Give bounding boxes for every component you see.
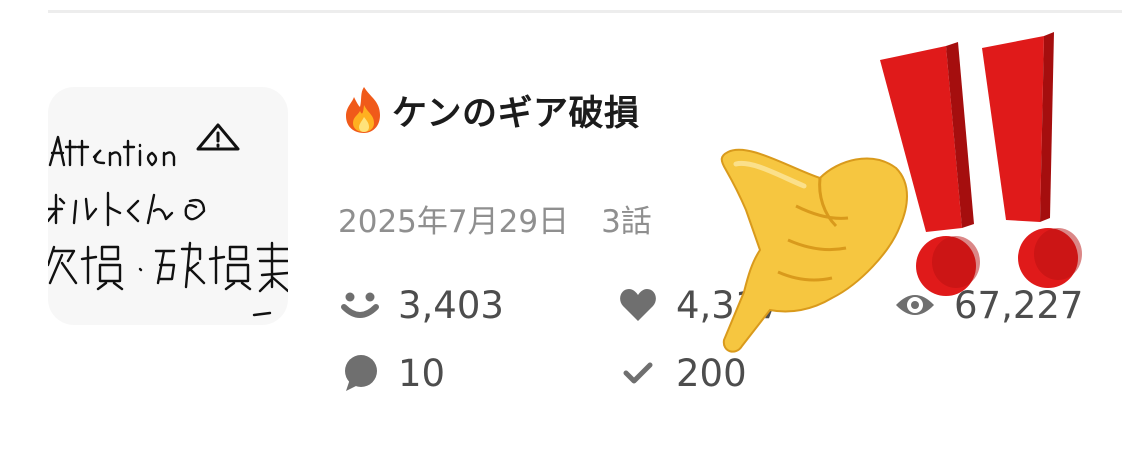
fire-emoji-icon (346, 87, 380, 133)
story-meta: 2025年7月29日 3話 (338, 196, 652, 241)
checkmark-icon (623, 362, 653, 384)
episode-count: 3話 (601, 204, 652, 240)
speech-bubble-icon (345, 355, 377, 391)
smile-face-icon (341, 292, 379, 318)
bookmarks-stat: 200 (618, 348, 747, 398)
publish-date: 2025年7月29日 (338, 204, 570, 240)
bookmarks-count: 200 (676, 351, 747, 395)
comments-stat: 10 (340, 348, 445, 398)
views-stat: 67,227 (894, 280, 1083, 330)
heart-icon (620, 289, 656, 321)
likes-stat: 4,317 (618, 280, 782, 330)
comments-count: 10 (398, 351, 446, 395)
readers-stat: 3,403 (340, 280, 504, 330)
story-title-row[interactable]: ケンのギア破損 (340, 82, 639, 138)
eye-icon (896, 295, 934, 315)
likes-count: 4,317 (676, 283, 782, 327)
top-divider (48, 10, 1122, 13)
readers-count: 3,403 (398, 283, 504, 327)
story-thumbnail[interactable] (48, 87, 288, 325)
views-count: 67,227 (954, 283, 1084, 327)
handwritten-note-image (48, 123, 288, 317)
double-exclamation-emoji (880, 32, 1082, 296)
story-title: ケンのギア破損 (392, 93, 640, 134)
